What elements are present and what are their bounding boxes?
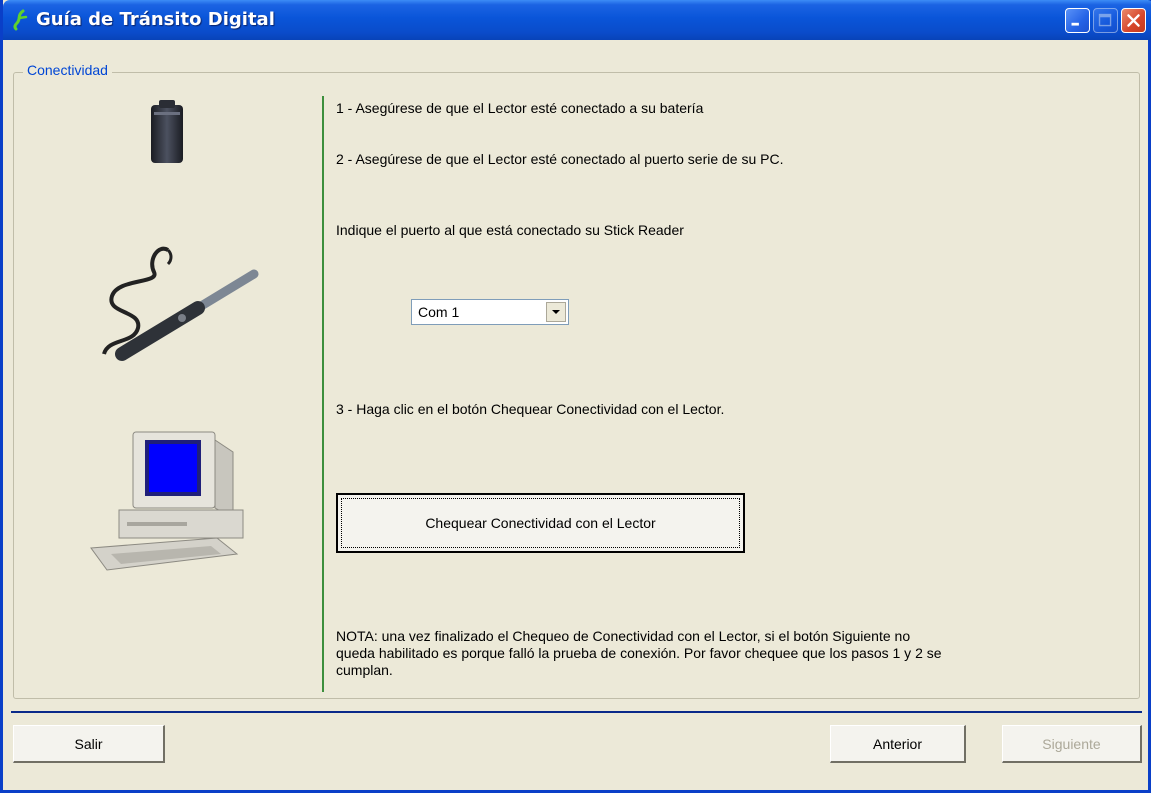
note-line-3: cumplan.	[336, 662, 393, 678]
close-icon	[1127, 14, 1140, 27]
exit-button[interactable]: Salir	[13, 725, 165, 763]
next-button[interactable]: Siguiente	[1002, 725, 1142, 763]
maximize-button[interactable]	[1093, 8, 1118, 33]
battery-icon	[151, 100, 183, 163]
note-line-2: queda habilitado es porque falló la prue…	[336, 645, 942, 661]
footer-separator	[11, 711, 1142, 713]
dropdown-arrow-button[interactable]	[546, 302, 566, 322]
group-title: Conectividad	[23, 62, 112, 78]
maximize-icon	[1098, 13, 1112, 27]
port-prompt-text: Indique el puerto al que está conectado …	[336, 222, 684, 238]
close-button[interactable]	[1121, 8, 1146, 33]
step-2-text: 2 - Asegúrese de que el Lector esté cone…	[336, 151, 784, 167]
minimize-icon	[1071, 22, 1079, 26]
back-button[interactable]: Anterior	[830, 725, 966, 763]
minimize-button[interactable]	[1065, 8, 1090, 33]
computer-icon	[90, 431, 244, 571]
step-3-text: 3 - Haga clic en el botón Chequear Conec…	[336, 401, 725, 417]
check-connectivity-button[interactable]: Chequear Conectividad con el Lector	[336, 493, 745, 553]
note-line-1: NOTA: una vez finalizado el Chequeo de C…	[336, 628, 911, 644]
app-window: Guía de Tránsito Digital Conectividad 1 …	[0, 0, 1151, 793]
step-1-text: 1 - Asegúrese de que el Lector esté cone…	[336, 100, 704, 116]
vertical-divider	[322, 96, 324, 692]
stick-reader-icon	[102, 246, 259, 361]
window-title: Guía de Tránsito Digital	[36, 9, 275, 30]
port-select[interactable]: Com 1	[411, 299, 569, 325]
port-select-value: Com 1	[418, 304, 460, 320]
app-logo-icon	[13, 9, 28, 31]
title-bar[interactable]: Guía de Tránsito Digital	[3, 0, 1151, 40]
chevron-down-icon	[552, 310, 560, 314]
